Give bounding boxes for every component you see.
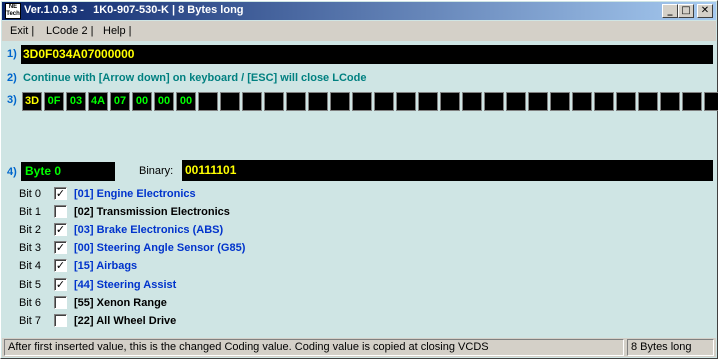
bit-row: Bit 0 ✓ [01] Engine Electronics [2, 186, 716, 204]
menu-help[interactable]: Help | [103, 25, 132, 37]
bit-row: Bit 5 ✓ [44] Steering Assist [2, 277, 716, 295]
byte-cell[interactable] [484, 92, 504, 111]
bit-description: [55] Xenon Range [74, 297, 167, 309]
bit-name: Bit 5 [19, 279, 42, 291]
bit-checkbox[interactable]: ✓ [54, 278, 67, 291]
step-number-1: 1) [7, 48, 17, 60]
step-number-4: 4) [7, 166, 17, 178]
status-bar: After first inserted value, this is the … [2, 338, 716, 357]
bit-description: [02] Transmission Electronics [74, 206, 230, 218]
bit-row: Bit 3 ✓ [00] Steering Angle Sensor (G85) [2, 240, 716, 258]
bit-name: Bit 0 [19, 188, 42, 200]
binary-value-field[interactable]: 00111101 [182, 160, 713, 181]
close-button[interactable]: ✕ [697, 4, 713, 18]
window-title: Ver.1.0.9.3 - 1K0-907-530-K | 8 Bytes lo… [24, 4, 244, 16]
bit-name: Bit 7 [19, 315, 42, 327]
status-message: After first inserted value, this is the … [4, 339, 624, 356]
byte-cell[interactable] [660, 92, 680, 111]
menu-bar: Exit | LCode 2 | Help | [2, 21, 716, 41]
title-bar[interactable]: NE Tech Ver.1.0.9.3 - 1K0-907-530-K | 8 … [2, 2, 716, 20]
bit-description: [15] Airbags [74, 260, 138, 272]
step-number-2: 2) [7, 72, 17, 84]
bit-checkbox[interactable] [54, 205, 67, 218]
byte-cell[interactable]: 00 [132, 92, 152, 111]
bit-checkbox[interactable] [54, 314, 67, 327]
step-number-3: 3) [7, 94, 17, 106]
bit-checkbox[interactable] [54, 296, 67, 309]
byte-cell[interactable] [704, 92, 718, 111]
minimize-button[interactable]: _ [662, 4, 678, 18]
bit-description: [03] Brake Electronics (ABS) [74, 224, 224, 236]
byte-cell[interactable] [462, 92, 482, 111]
bit-row: Bit 4 ✓ [15] Airbags [2, 258, 716, 276]
bit-name: Bit 1 [19, 206, 42, 218]
byte-cell[interactable]: 03 [66, 92, 86, 111]
bit-checkbox[interactable]: ✓ [54, 241, 67, 254]
byte-cells: 3D 0F 03 4A 07 00 00 00 [22, 92, 718, 111]
byte-cell[interactable] [418, 92, 438, 111]
selected-byte-label: Byte 0 [21, 162, 115, 181]
content-area: 1) 3D0F034A07000000 2) Continue with [Ar… [2, 41, 718, 337]
bit-name: Bit 6 [19, 297, 42, 309]
app-logo-icon[interactable]: NE Tech [5, 3, 21, 19]
byte-cell[interactable] [352, 92, 372, 111]
byte-cell[interactable] [682, 92, 702, 111]
bit-description: [44] Steering Assist [74, 279, 177, 291]
bit-name: Bit 4 [19, 260, 42, 272]
byte-cell[interactable] [616, 92, 636, 111]
byte-cell[interactable] [506, 92, 526, 111]
byte-cell[interactable] [242, 92, 262, 111]
byte-cell[interactable] [308, 92, 328, 111]
byte-cell[interactable] [264, 92, 284, 111]
byte-cell[interactable] [572, 92, 592, 111]
byte-cell[interactable] [528, 92, 548, 111]
bit-name: Bit 2 [19, 224, 42, 236]
byte-cell[interactable] [638, 92, 658, 111]
menu-exit[interactable]: Exit | [10, 25, 34, 37]
bit-name: Bit 3 [19, 242, 42, 254]
coding-value-field[interactable]: 3D0F034A07000000 [21, 45, 713, 64]
bit-row: Bit 6 [55] Xenon Range [2, 295, 716, 313]
bit-checkbox[interactable]: ✓ [54, 223, 67, 236]
lcode-window: NE Tech Ver.1.0.9.3 - 1K0-907-530-K | 8 … [0, 0, 718, 359]
byte-cell[interactable] [286, 92, 306, 111]
byte-cell[interactable] [396, 92, 416, 111]
bit-row: Bit 1 [02] Transmission Electronics [2, 204, 716, 222]
byte-cell[interactable]: 00 [176, 92, 196, 111]
bit-description: [22] All Wheel Drive [74, 315, 177, 327]
bit-description: [00] Steering Angle Sensor (G85) [74, 242, 246, 254]
bit-row: Bit 2 ✓ [03] Brake Electronics (ABS) [2, 222, 716, 240]
bit-checkbox[interactable]: ✓ [54, 259, 67, 272]
instruction-hint: Continue with [Arrow down] on keyboard /… [23, 72, 367, 84]
status-length: 8 Bytes long [627, 339, 714, 356]
byte-cell[interactable] [330, 92, 350, 111]
byte-cell[interactable]: 4A [88, 92, 108, 111]
byte-cell[interactable] [198, 92, 218, 111]
byte-cell[interactable] [440, 92, 460, 111]
byte-cell[interactable] [550, 92, 570, 111]
byte-cell[interactable] [594, 92, 614, 111]
byte-cell[interactable]: 00 [154, 92, 174, 111]
byte-cell[interactable]: 0F [44, 92, 64, 111]
byte-cell[interactable] [374, 92, 394, 111]
bit-checkbox[interactable]: ✓ [54, 187, 67, 200]
bit-description: [01] Engine Electronics [74, 188, 196, 200]
bit-row: Bit 7 [22] All Wheel Drive [2, 313, 716, 331]
menu-lcode2[interactable]: LCode 2 | [46, 25, 94, 37]
byte-cell[interactable]: 3D [22, 92, 42, 111]
binary-label: Binary: [139, 165, 174, 177]
maximize-button[interactable]: □ [678, 4, 694, 18]
byte-cell[interactable] [220, 92, 240, 111]
byte-cell[interactable]: 07 [110, 92, 130, 111]
